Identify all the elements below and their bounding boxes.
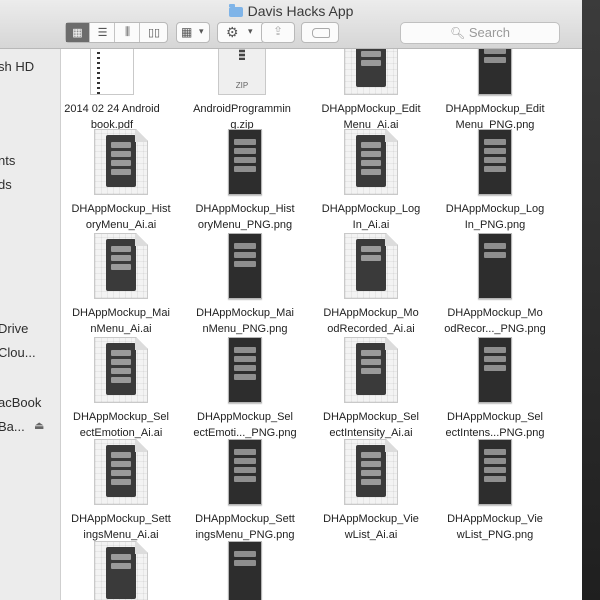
window-title-text: Davis Hacks App [247, 3, 354, 19]
sidebar: sh HD nts ds Drive Clou... acBook Ba... … [0, 49, 61, 600]
file-item[interactable]: DHAppMockup_Edit Menu_PNG.png [436, 49, 554, 133]
file-item[interactable] [186, 541, 304, 600]
arrange-grid-icon: ▦ [181, 25, 193, 39]
file-item[interactable]: DHAppMockup_Mo odRecorded_Ai.ai [312, 233, 430, 337]
file-item[interactable]: DHAppMockup_Log In_Ai.ai [312, 129, 430, 233]
sidebar-item-cloud[interactable]: Clou... [0, 345, 36, 360]
sidebar-item-documents[interactable]: nts [0, 153, 15, 168]
file-name: DHAppMockup_Vie wList_Ai.ai [323, 513, 419, 541]
file-item[interactable]: DHAppMockup_Vie wList_Ai.ai [312, 439, 430, 543]
file-name: DHAppMockup_Log In_Ai.ai [321, 203, 421, 231]
file-name: DHAppMockup_Sett ingsMenu_Ai.ai [71, 513, 171, 541]
gear-icon: ⚙ [226, 24, 239, 40]
ai-file-icon [94, 129, 148, 195]
sidebar-item-drive[interactable]: Drive [0, 321, 28, 336]
folder-icon [228, 4, 243, 17]
window-title: Davis Hacks App [0, 3, 582, 19]
png-file-icon [228, 129, 262, 195]
png-file-icon [478, 129, 512, 195]
cover-flow-icon: ▯▯ [147, 27, 161, 39]
columns-icon: ⫼ [124, 26, 131, 38]
desktop-background [582, 0, 600, 600]
png-file-icon [478, 439, 512, 505]
file-name: DHAppMockup_Vie wList_PNG.png [447, 513, 543, 541]
png-file-icon [228, 439, 262, 505]
ai-file-icon [94, 233, 148, 299]
view-mode-control: ▦ ☰ ⫼ ▯▯ [65, 22, 168, 43]
file-name: DHAppMockup_Mo odRecor..._PNG.png [444, 307, 546, 335]
png-file-icon [478, 233, 512, 299]
ai-file-icon [344, 129, 398, 195]
file-name: DHAppMockup_Sel ectEmoti..._PNG.png [193, 411, 297, 439]
file-item[interactable]: DHAppMockup_Mai nMenu_PNG.png [186, 233, 304, 337]
cover-flow-button[interactable]: ▯▯ [141, 23, 167, 42]
file-item[interactable]: DHAppMockup_Mai nMenu_Ai.ai [62, 233, 180, 337]
sidebar-item-backup[interactable]: Ba... [0, 419, 25, 434]
file-grid: 2014 02 24 Android book.pdf ZIP AndroidPr… [61, 49, 582, 600]
file-item[interactable]: DHAppMockup_Sel ectEmoti..._PNG.png [186, 337, 304, 441]
file-item[interactable]: DHAppMockup_Mo odRecor..._PNG.png [436, 233, 554, 337]
file-name: DHAppMockup_Log In_PNG.png [445, 203, 545, 231]
file-name: DHAppMockup_Mai nMenu_Ai.ai [72, 307, 170, 335]
icon-view-button[interactable]: ▦ [66, 23, 90, 42]
file-name: DHAppMockup_Sel ectIntens...PNG.png [445, 411, 545, 439]
finder-window: Davis Hacks App ▦ ☰ ⫼ ▯▯ ▦ ▾ ⚙ ▾ ⇪ 🔍︎ Se… [0, 0, 582, 600]
tag-icon [312, 28, 330, 38]
file-item[interactable]: DHAppMockup_Log In_PNG.png [436, 129, 554, 233]
title-bar: Davis Hacks App ▦ ☰ ⫼ ▯▯ ▦ ▾ ⚙ ▾ ⇪ 🔍︎ Se… [0, 0, 582, 49]
list-icon: ☰ [97, 27, 108, 39]
action-button[interactable]: ⚙ ▾ [217, 22, 265, 43]
share-icon: ⇪ [273, 24, 284, 38]
file-item[interactable]: DHAppMockup_Edit Menu_Ai.ai [312, 49, 430, 133]
ai-file-icon [94, 541, 148, 600]
file-item[interactable] [62, 541, 180, 600]
file-item[interactable]: DHAppMockup_Vie wList_PNG.png [436, 439, 554, 543]
file-item[interactable]: DHAppMockup_Hist oryMenu_Ai.ai [62, 129, 180, 233]
png-file-icon [478, 337, 512, 403]
file-name: DHAppMockup_Mo odRecorded_Ai.ai [323, 307, 419, 335]
ai-file-icon [344, 233, 398, 299]
ai-file-icon [94, 439, 148, 505]
png-file-icon [478, 49, 512, 95]
ai-file-icon [344, 49, 398, 95]
file-name: DHAppMockup_Sel ectIntensity_Ai.ai [323, 411, 419, 439]
file-item[interactable]: ZIP AndroidProgrammin g.zip [183, 49, 301, 133]
chevron-down-icon: ▾ [248, 26, 253, 36]
file-item[interactable]: DHAppMockup_Sel ectIntensity_Ai.ai [312, 337, 430, 441]
file-name: DHAppMockup_Sett ingsMenu_PNG.png [195, 513, 295, 541]
eject-icon[interactable]: ⏏ [34, 419, 44, 432]
search-icon: 🔍︎ [449, 26, 466, 40]
column-view-button[interactable]: ⫼ [116, 23, 140, 42]
file-name: DHAppMockup_Hist oryMenu_PNG.png [195, 203, 295, 231]
file-item[interactable]: DHAppMockup_Sett ingsMenu_PNG.png [186, 439, 304, 543]
search-placeholder: Search [468, 25, 511, 40]
search-field[interactable]: 🔍︎ Search [400, 22, 560, 44]
file-name: DHAppMockup_Mai nMenu_PNG.png [196, 307, 294, 335]
file-item[interactable]: DHAppMockup_Hist oryMenu_PNG.png [186, 129, 304, 233]
ai-file-icon [344, 337, 398, 403]
arrange-button[interactable]: ▦ ▾ [176, 22, 210, 43]
sidebar-item-macbook[interactable]: acBook [0, 395, 41, 410]
file-item[interactable]: DHAppMockup_Sel ectEmotion_Ai.ai [62, 337, 180, 441]
chevron-down-icon: ▾ [199, 26, 204, 36]
file-item[interactable]: DHAppMockup_Sett ingsMenu_Ai.ai [62, 439, 180, 543]
pdf-file-icon [90, 49, 134, 95]
list-view-button[interactable]: ☰ [91, 23, 115, 42]
sidebar-item-macintosh-hd[interactable]: sh HD [0, 59, 34, 74]
png-file-icon [228, 233, 262, 299]
zip-file-icon: ZIP [218, 49, 266, 95]
ai-file-icon [94, 337, 148, 403]
sidebar-item-downloads[interactable]: ds [0, 177, 12, 192]
ai-file-icon [344, 439, 398, 505]
file-name: DHAppMockup_Hist oryMenu_Ai.ai [71, 203, 171, 231]
share-button[interactable]: ⇪ [261, 22, 295, 43]
grid-icon: ▦ [72, 27, 83, 39]
png-file-icon [228, 337, 262, 403]
png-file-icon [228, 541, 262, 600]
tags-button[interactable] [301, 22, 339, 43]
file-item[interactable]: DHAppMockup_Sel ectIntens...PNG.png [436, 337, 554, 441]
file-name: DHAppMockup_Sel ectEmotion_Ai.ai [73, 411, 169, 439]
file-item[interactable]: 2014 02 24 Android book.pdf [61, 49, 171, 133]
